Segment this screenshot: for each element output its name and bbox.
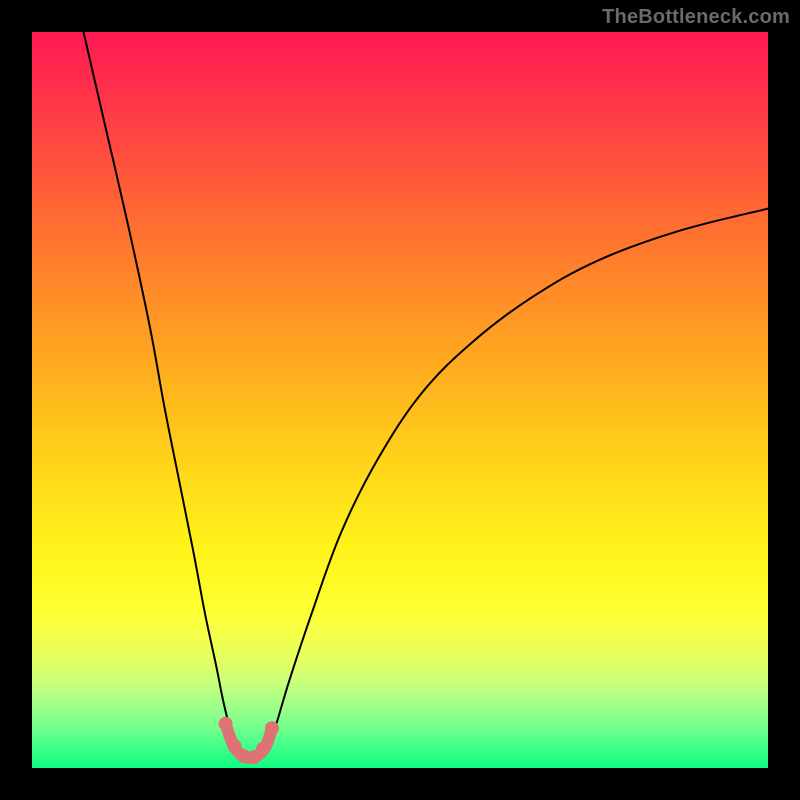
bottleneck-curve-left (84, 32, 237, 750)
bottleneck-marker (256, 742, 270, 756)
bottleneck-marker (219, 717, 233, 731)
bottleneck-marker (265, 721, 279, 735)
plot-area (32, 32, 768, 768)
watermark-text: TheBottleneck.com (602, 6, 790, 29)
curve-layer (32, 32, 768, 768)
bottleneck-curve-right (268, 209, 768, 750)
bottleneck-marker (227, 739, 241, 753)
chart-frame: TheBottleneck.com (0, 0, 800, 800)
